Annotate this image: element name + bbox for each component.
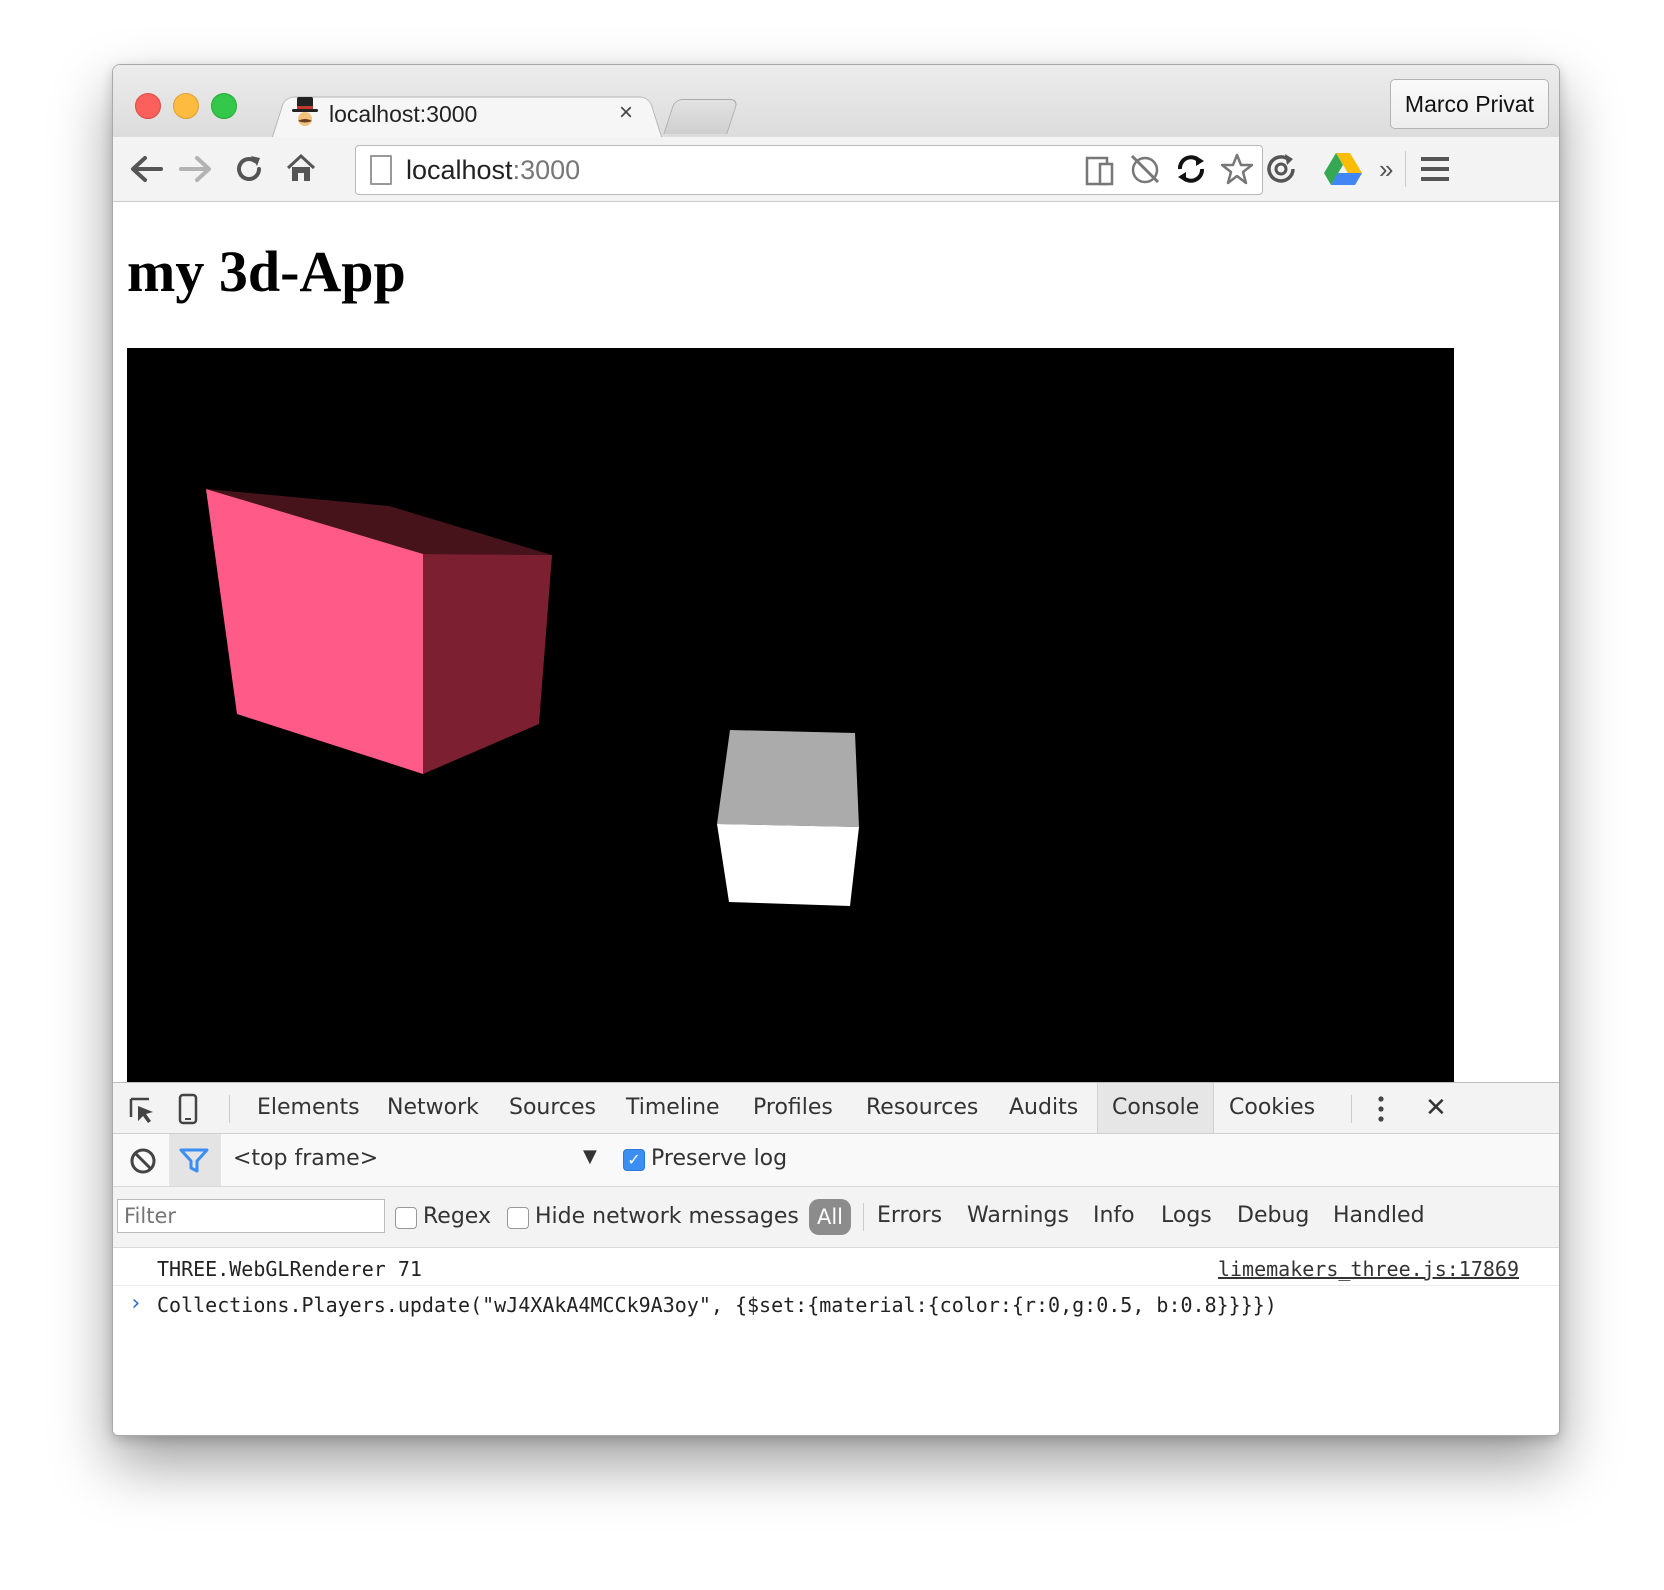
favicon-hat-icon	[292, 97, 318, 126]
blocked-extension-icon[interactable]	[1128, 152, 1162, 186]
sync-icon[interactable]	[1174, 152, 1208, 186]
pink-cube-side-face	[423, 554, 552, 774]
console-log-row: THREE.WebGLRenderer 71 limemakers_three.…	[113, 1249, 1559, 1286]
address-bar-icons	[1084, 152, 1254, 188]
tab-resources[interactable]: Resources	[866, 1083, 978, 1133]
console-log-message: THREE.WebGLRenderer 71	[157, 1257, 422, 1281]
bookmark-star-icon[interactable]	[1220, 152, 1254, 186]
preserve-log-checkbox[interactable]: ✓	[623, 1149, 645, 1171]
extensions-overflow-button[interactable]: »	[1379, 149, 1393, 189]
level-all[interactable]: All	[809, 1199, 851, 1235]
level-debug[interactable]: Debug	[1237, 1203, 1309, 1228]
device-mode-icon[interactable]	[1084, 152, 1116, 186]
scene-render	[206, 489, 859, 906]
level-logs[interactable]: Logs	[1161, 1203, 1212, 1228]
page-heading: my 3d-App	[127, 239, 406, 304]
preserve-log-label: Preserve log	[651, 1146, 788, 1171]
tab-sources[interactable]: Sources	[509, 1083, 596, 1133]
regex-checkbox[interactable]	[395, 1207, 417, 1229]
more-options-icon[interactable]	[1375, 1095, 1387, 1123]
tab-console[interactable]: Console	[1097, 1083, 1215, 1133]
prompt-chevron-icon: ›	[129, 1291, 143, 1316]
tab-audits[interactable]: Audits	[1009, 1083, 1078, 1133]
console-toolbar: <top frame> ▼ ✓ Preserve log	[113, 1134, 1559, 1187]
close-window-button[interactable]	[135, 93, 161, 119]
white-cube-front-face	[717, 824, 859, 906]
frame-selector-dropdown-icon[interactable]: ▼	[583, 1146, 597, 1167]
extension-refresh-icon[interactable]	[1263, 151, 1299, 187]
filter-funnel-icon[interactable]	[179, 1148, 209, 1174]
menu-hamburger-icon[interactable]	[1419, 155, 1451, 183]
device-toggle-icon[interactable]	[177, 1093, 199, 1125]
console-filter-input[interactable]	[117, 1199, 385, 1233]
tab-profiles[interactable]: Profiles	[753, 1083, 833, 1133]
white-cube-top-face	[717, 730, 859, 827]
console-prompt[interactable]: › Collections.Players.update("wJ4XAkA4MC…	[113, 1287, 1559, 1327]
hide-network-label: Hide network messages	[535, 1204, 799, 1229]
level-info[interactable]: Info	[1093, 1203, 1135, 1228]
page-content: my 3d-App	[113, 202, 1559, 1082]
tab-cookies[interactable]: Cookies	[1229, 1083, 1315, 1133]
console-log-source-link[interactable]: limemakers_three.js:17869	[1218, 1257, 1519, 1281]
tab-network[interactable]: Network	[387, 1083, 479, 1133]
devtools-tab-bar: Elements Network Sources Timeline Profil…	[113, 1083, 1559, 1134]
devtools-divider	[229, 1095, 230, 1123]
levels-divider	[863, 1203, 864, 1231]
clear-console-icon[interactable]	[129, 1147, 157, 1175]
tab-title: localhost:3000	[329, 101, 478, 127]
hide-network-checkbox[interactable]	[507, 1207, 529, 1229]
tab-bar: localhost:3000 × Marco Privat	[113, 65, 1559, 140]
devtools-close-button[interactable]: ✕	[1425, 1083, 1447, 1133]
tab-close-button[interactable]: ×	[619, 99, 633, 127]
address-bar[interactable]: localhost:3000	[355, 145, 1263, 195]
page-icon	[370, 155, 392, 185]
console-filter-bar: Regex Hide network messages All Errors W…	[113, 1187, 1559, 1248]
home-icon[interactable]	[285, 153, 317, 183]
google-drive-icon[interactable]	[1323, 151, 1363, 187]
maximize-window-button[interactable]	[211, 93, 237, 119]
browser-window: localhost:3000 × Marco Privat localhost:…	[112, 64, 1560, 1436]
browser-toolbar: localhost:3000 »	[113, 137, 1559, 202]
forward-arrow-icon[interactable]	[179, 155, 213, 183]
tab-elements[interactable]: Elements	[257, 1083, 360, 1133]
level-handled[interactable]: Handled	[1333, 1203, 1425, 1228]
reload-icon[interactable]	[233, 153, 265, 185]
profile-button[interactable]: Marco Privat	[1389, 79, 1549, 129]
new-tab-button[interactable]	[663, 99, 739, 134]
inspect-element-icon[interactable]	[127, 1095, 157, 1125]
frame-selector[interactable]: <top frame>	[233, 1146, 378, 1171]
regex-label: Regex	[423, 1204, 491, 1229]
console-prompt-input[interactable]: Collections.Players.update("wJ4XAkA4MCCk…	[157, 1293, 1277, 1317]
toolbar-divider	[1405, 151, 1406, 187]
address-url: localhost:3000	[406, 155, 581, 185]
devtools-panel: Elements Network Sources Timeline Profil…	[113, 1082, 1559, 1435]
level-errors[interactable]: Errors	[877, 1203, 942, 1228]
devtools-divider	[1351, 1095, 1352, 1123]
webgl-canvas[interactable]	[127, 348, 1454, 1082]
tab-timeline[interactable]: Timeline	[626, 1083, 720, 1133]
level-warnings[interactable]: Warnings	[967, 1203, 1069, 1228]
minimize-window-button[interactable]	[173, 93, 199, 119]
back-arrow-icon[interactable]	[129, 155, 163, 183]
browser-tab-content: localhost:3000 ×	[291, 95, 651, 139]
